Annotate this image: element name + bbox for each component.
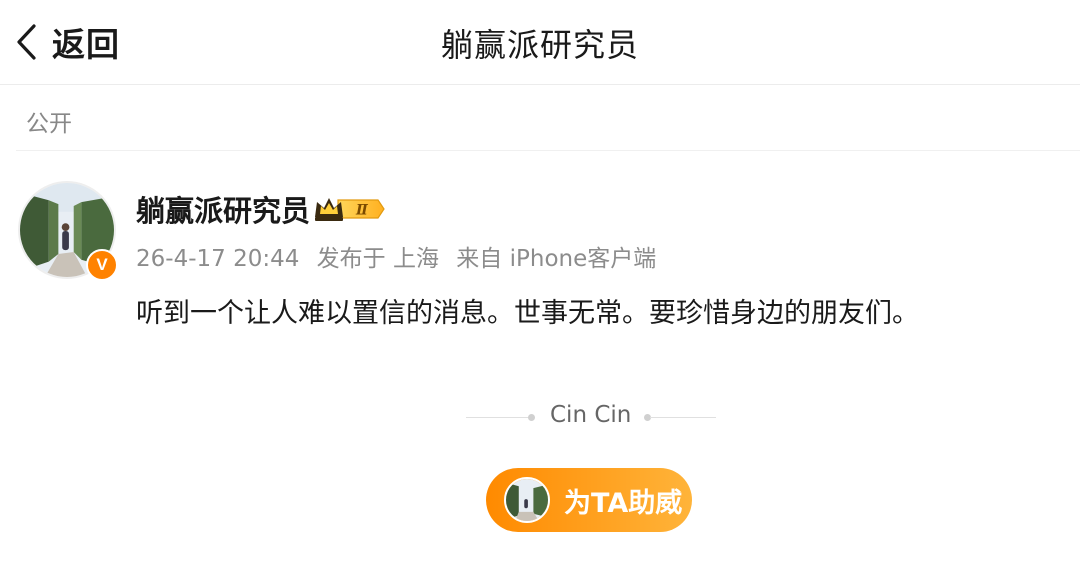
divider-dot-left [528,414,535,421]
divider-line-left [466,417,530,418]
cheer-label: 为TA助威 [564,487,683,519]
verified-badge: V [86,249,118,281]
level-label: Ⅱ [355,203,369,219]
cheer-avatar [504,477,550,523]
post-date: 26-4-17 20:44 [136,246,300,272]
author-avatar-container[interactable]: V [18,181,118,281]
crown-icon[interactable]: Ⅱ [312,193,386,225]
page-title: 躺赢派研究员 [440,26,639,64]
top-bar: 返回 躺赢派研究员 [0,0,1080,85]
weibo-post-page: 返回 躺赢派研究员 公开 V 躺赢派研究员 Ⅱ 26-4-17 20:44 发布… [0,0,1080,569]
visibility-label: 公开 [26,111,72,137]
post-location: 发布于 上海 [316,246,439,272]
post-content: 听到一个让人难以置信的消息。世事无常。要珍惜身边的朋友们。 [136,298,919,329]
signature-divider: Cin Cin [466,398,716,438]
divider [16,150,1080,151]
signature-text: Cin Cin [550,402,632,428]
author-name[interactable]: 躺赢派研究员 [136,188,310,230]
divider-line-right [650,417,716,418]
post-source: 来自 iPhone客户端 [456,246,657,272]
avatar-image [506,479,548,521]
cheer-button[interactable]: 为TA助威 [486,468,692,532]
post-meta: 26-4-17 20:44 发布于 上海 来自 iPhone客户端 [136,239,666,273]
